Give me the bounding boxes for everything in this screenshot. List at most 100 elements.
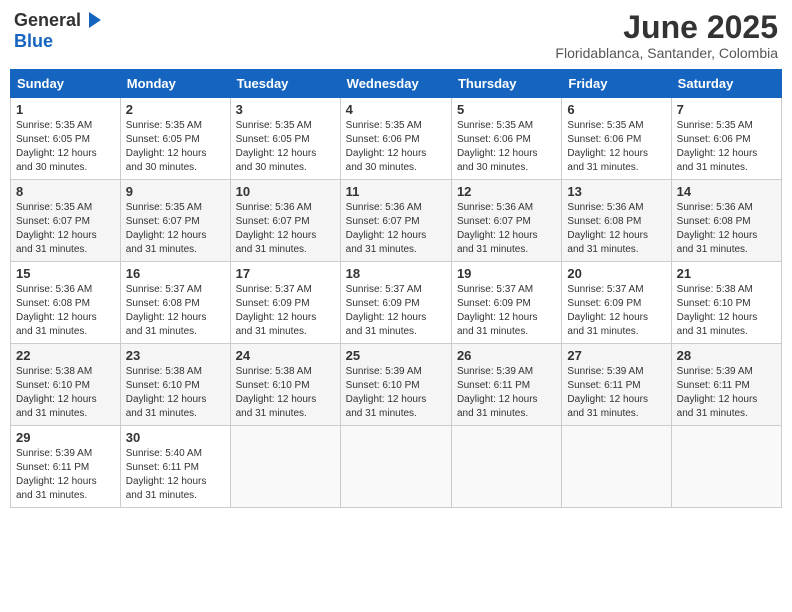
page-header: General Blue June 2025 Floridablanca, Sa… — [10, 10, 782, 61]
weekday-header-wednesday: Wednesday — [340, 70, 451, 98]
day-info: Sunrise: 5:35 AM Sunset: 6:07 PM Dayligh… — [16, 201, 115, 257]
day-number: 22 — [16, 348, 115, 363]
calendar-cell: 25 Sunrise: 5:39 AM Sunset: 6:10 PM Dayl… — [340, 344, 451, 426]
calendar-table: SundayMondayTuesdayWednesdayThursdayFrid… — [10, 69, 782, 508]
calendar-cell: 3 Sunrise: 5:35 AM Sunset: 6:05 PM Dayli… — [230, 98, 340, 180]
weekday-header-friday: Friday — [562, 70, 671, 98]
month-title: June 2025 — [555, 10, 778, 45]
day-info: Sunrise: 5:37 AM Sunset: 6:09 PM Dayligh… — [236, 283, 335, 339]
day-info: Sunrise: 5:39 AM Sunset: 6:11 PM Dayligh… — [16, 447, 115, 503]
day-info: Sunrise: 5:40 AM Sunset: 6:11 PM Dayligh… — [126, 447, 225, 503]
calendar-cell: 12 Sunrise: 5:36 AM Sunset: 6:07 PM Dayl… — [451, 180, 561, 262]
logo-general-text: General — [14, 10, 81, 31]
weekday-header-monday: Monday — [120, 70, 230, 98]
calendar-week-row: 8 Sunrise: 5:35 AM Sunset: 6:07 PM Dayli… — [11, 180, 782, 262]
weekday-header-tuesday: Tuesday — [230, 70, 340, 98]
day-info: Sunrise: 5:36 AM Sunset: 6:08 PM Dayligh… — [567, 201, 665, 257]
day-info: Sunrise: 5:35 AM Sunset: 6:06 PM Dayligh… — [346, 119, 446, 175]
day-number: 1 — [16, 102, 115, 117]
calendar-cell: 28 Sunrise: 5:39 AM Sunset: 6:11 PM Dayl… — [671, 344, 781, 426]
day-info: Sunrise: 5:35 AM Sunset: 6:05 PM Dayligh… — [16, 119, 115, 175]
weekday-header-saturday: Saturday — [671, 70, 781, 98]
day-info: Sunrise: 5:39 AM Sunset: 6:11 PM Dayligh… — [677, 365, 776, 421]
day-info: Sunrise: 5:36 AM Sunset: 6:08 PM Dayligh… — [677, 201, 776, 257]
day-info: Sunrise: 5:37 AM Sunset: 6:09 PM Dayligh… — [457, 283, 556, 339]
calendar-week-row: 22 Sunrise: 5:38 AM Sunset: 6:10 PM Dayl… — [11, 344, 782, 426]
day-number: 29 — [16, 430, 115, 445]
day-info: Sunrise: 5:39 AM Sunset: 6:11 PM Dayligh… — [457, 365, 556, 421]
day-number: 7 — [677, 102, 776, 117]
day-number: 26 — [457, 348, 556, 363]
location-title: Floridablanca, Santander, Colombia — [555, 45, 778, 61]
day-info: Sunrise: 5:39 AM Sunset: 6:11 PM Dayligh… — [567, 365, 665, 421]
calendar-cell — [562, 426, 671, 508]
day-number: 17 — [236, 266, 335, 281]
day-info: Sunrise: 5:37 AM Sunset: 6:09 PM Dayligh… — [346, 283, 446, 339]
day-number: 10 — [236, 184, 335, 199]
calendar-cell — [340, 426, 451, 508]
logo-triangle-icon — [83, 10, 103, 30]
day-number: 9 — [126, 184, 225, 199]
calendar-cell: 26 Sunrise: 5:39 AM Sunset: 6:11 PM Dayl… — [451, 344, 561, 426]
day-number: 21 — [677, 266, 776, 281]
calendar-cell: 7 Sunrise: 5:35 AM Sunset: 6:06 PM Dayli… — [671, 98, 781, 180]
day-number: 19 — [457, 266, 556, 281]
calendar-cell: 8 Sunrise: 5:35 AM Sunset: 6:07 PM Dayli… — [11, 180, 121, 262]
calendar-cell: 27 Sunrise: 5:39 AM Sunset: 6:11 PM Dayl… — [562, 344, 671, 426]
day-info: Sunrise: 5:36 AM Sunset: 6:07 PM Dayligh… — [346, 201, 446, 257]
day-info: Sunrise: 5:38 AM Sunset: 6:10 PM Dayligh… — [126, 365, 225, 421]
day-number: 6 — [567, 102, 665, 117]
day-number: 27 — [567, 348, 665, 363]
calendar-cell: 30 Sunrise: 5:40 AM Sunset: 6:11 PM Dayl… — [120, 426, 230, 508]
calendar-week-row: 29 Sunrise: 5:39 AM Sunset: 6:11 PM Dayl… — [11, 426, 782, 508]
day-number: 23 — [126, 348, 225, 363]
calendar-cell — [230, 426, 340, 508]
calendar-cell: 23 Sunrise: 5:38 AM Sunset: 6:10 PM Dayl… — [120, 344, 230, 426]
day-info: Sunrise: 5:35 AM Sunset: 6:05 PM Dayligh… — [236, 119, 335, 175]
day-number: 3 — [236, 102, 335, 117]
calendar-cell: 15 Sunrise: 5:36 AM Sunset: 6:08 PM Dayl… — [11, 262, 121, 344]
day-info: Sunrise: 5:35 AM Sunset: 6:06 PM Dayligh… — [567, 119, 665, 175]
day-info: Sunrise: 5:36 AM Sunset: 6:07 PM Dayligh… — [457, 201, 556, 257]
day-number: 20 — [567, 266, 665, 281]
calendar-cell: 20 Sunrise: 5:37 AM Sunset: 6:09 PM Dayl… — [562, 262, 671, 344]
weekday-header-sunday: Sunday — [11, 70, 121, 98]
title-section: June 2025 Floridablanca, Santander, Colo… — [555, 10, 778, 61]
day-info: Sunrise: 5:35 AM Sunset: 6:07 PM Dayligh… — [126, 201, 225, 257]
day-info: Sunrise: 5:36 AM Sunset: 6:08 PM Dayligh… — [16, 283, 115, 339]
calendar-cell: 1 Sunrise: 5:35 AM Sunset: 6:05 PM Dayli… — [11, 98, 121, 180]
calendar-cell: 17 Sunrise: 5:37 AM Sunset: 6:09 PM Dayl… — [230, 262, 340, 344]
day-number: 12 — [457, 184, 556, 199]
day-number: 4 — [346, 102, 446, 117]
day-info: Sunrise: 5:36 AM Sunset: 6:07 PM Dayligh… — [236, 201, 335, 257]
day-info: Sunrise: 5:38 AM Sunset: 6:10 PM Dayligh… — [236, 365, 335, 421]
logo: General Blue — [14, 10, 103, 52]
calendar-cell: 9 Sunrise: 5:35 AM Sunset: 6:07 PM Dayli… — [120, 180, 230, 262]
day-number: 11 — [346, 184, 446, 199]
calendar-cell: 18 Sunrise: 5:37 AM Sunset: 6:09 PM Dayl… — [340, 262, 451, 344]
day-number: 15 — [16, 266, 115, 281]
day-info: Sunrise: 5:37 AM Sunset: 6:08 PM Dayligh… — [126, 283, 225, 339]
calendar-cell: 6 Sunrise: 5:35 AM Sunset: 6:06 PM Dayli… — [562, 98, 671, 180]
day-info: Sunrise: 5:35 AM Sunset: 6:06 PM Dayligh… — [677, 119, 776, 175]
day-number: 24 — [236, 348, 335, 363]
day-info: Sunrise: 5:38 AM Sunset: 6:10 PM Dayligh… — [16, 365, 115, 421]
calendar-cell: 19 Sunrise: 5:37 AM Sunset: 6:09 PM Dayl… — [451, 262, 561, 344]
logo-blue-text: Blue — [14, 31, 53, 51]
day-number: 5 — [457, 102, 556, 117]
day-info: Sunrise: 5:39 AM Sunset: 6:10 PM Dayligh… — [346, 365, 446, 421]
calendar-cell: 2 Sunrise: 5:35 AM Sunset: 6:05 PM Dayli… — [120, 98, 230, 180]
calendar-cell — [451, 426, 561, 508]
day-number: 28 — [677, 348, 776, 363]
calendar-cell: 4 Sunrise: 5:35 AM Sunset: 6:06 PM Dayli… — [340, 98, 451, 180]
day-info: Sunrise: 5:37 AM Sunset: 6:09 PM Dayligh… — [567, 283, 665, 339]
calendar-cell: 29 Sunrise: 5:39 AM Sunset: 6:11 PM Dayl… — [11, 426, 121, 508]
calendar-cell: 16 Sunrise: 5:37 AM Sunset: 6:08 PM Dayl… — [120, 262, 230, 344]
day-number: 13 — [567, 184, 665, 199]
calendar-cell: 22 Sunrise: 5:38 AM Sunset: 6:10 PM Dayl… — [11, 344, 121, 426]
calendar-header-row: SundayMondayTuesdayWednesdayThursdayFrid… — [11, 70, 782, 98]
calendar-cell: 11 Sunrise: 5:36 AM Sunset: 6:07 PM Dayl… — [340, 180, 451, 262]
calendar-cell: 5 Sunrise: 5:35 AM Sunset: 6:06 PM Dayli… — [451, 98, 561, 180]
day-number: 18 — [346, 266, 446, 281]
day-number: 8 — [16, 184, 115, 199]
